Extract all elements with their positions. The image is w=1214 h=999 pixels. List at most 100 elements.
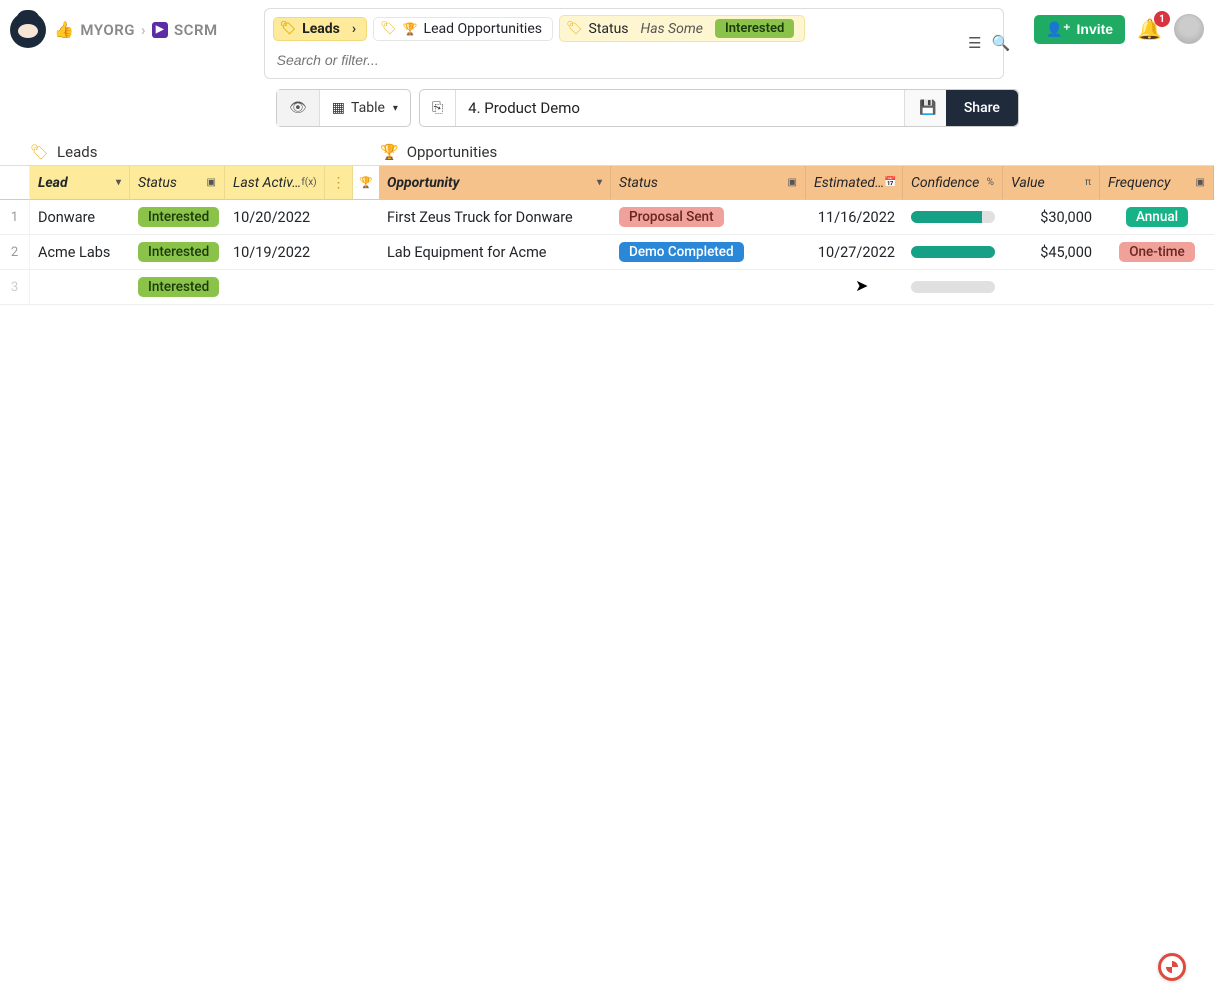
app-logo[interactable] [10, 12, 46, 48]
cell-value[interactable]: $45,000 [1003, 235, 1100, 269]
col-opportunity-label: Opportunity [387, 175, 459, 191]
chip-relation[interactable]: 🏷 🏆 Lead Opportunities [373, 17, 553, 41]
status-pill: Demo Completed [619, 242, 744, 262]
cell-spacer [353, 200, 379, 234]
col-last-activity-label: Last Activ… [233, 175, 301, 191]
filter-field: Status [589, 21, 629, 37]
cell-last-activity[interactable] [225, 270, 325, 304]
cell-lead-status[interactable]: Interested [130, 235, 225, 269]
chip-filter-condition[interactable]: 🏷 Status Has Some Interested [559, 15, 805, 42]
header-row: Lead ▾ Status ▣ Last Activ… f(x) ⋮ 🏆 Opp… [0, 166, 1214, 200]
col-value-label: Value [1011, 175, 1045, 191]
cell-estimated[interactable]: 10/27/2022 [806, 235, 903, 269]
cell-last-activity[interactable]: 10/19/2022 [225, 235, 325, 269]
save-icon: 💾 [919, 100, 936, 116]
view-name[interactable]: 4. Product Demo [456, 90, 904, 126]
cell-opp-status[interactable] [611, 270, 806, 304]
search-input[interactable] [273, 42, 995, 72]
row-number: 3 [0, 270, 30, 304]
table-row[interactable]: 2Acme LabsInterested10/19/2022Lab Equipm… [0, 235, 1214, 270]
col-lead[interactable]: Lead ▾ [30, 166, 130, 200]
notification-badge: 1 [1154, 11, 1170, 27]
chip-root-label: Leads [302, 21, 340, 37]
status-pill: Interested [138, 277, 219, 297]
cell-opp-status[interactable]: Proposal Sent [611, 200, 806, 234]
thumbs-up-icon: 👍 [54, 20, 74, 39]
cell-confidence[interactable] [903, 270, 1003, 304]
plus-icon: ⋮ [332, 175, 346, 191]
col-confidence[interactable]: Confidence % [903, 166, 1003, 200]
status-pill: Proposal Sent [619, 207, 724, 227]
cell-value[interactable] [1003, 270, 1100, 304]
cell-lead-status[interactable]: Interested [130, 200, 225, 234]
enum-icon: ▣ [1196, 177, 1205, 188]
col-lead-status[interactable]: Status ▣ [130, 166, 225, 200]
table-row[interactable]: 1DonwareInterested10/20/2022 First Zeus T… [0, 200, 1214, 235]
breadcrumb-workspace[interactable]: SCRM [174, 21, 218, 39]
view-switch-button[interactable]: ⎘ [420, 90, 456, 126]
percent-icon: % [987, 177, 994, 188]
visibility-button[interactable]: 👁 [277, 90, 320, 126]
calendar-icon: 📅 [884, 177, 896, 188]
search-icon[interactable]: 🔍 [991, 34, 1010, 52]
trophy-icon: 🏆 [380, 143, 399, 161]
cell-lead[interactable]: Acme Labs [30, 235, 130, 269]
chip-root-entity[interactable]: 🏷 Leads › [273, 17, 367, 41]
columns-icon[interactable]: ☰ [968, 34, 981, 52]
folder-icon: 🏷 [280, 21, 297, 36]
cell-frequency[interactable]: Annual [1100, 200, 1214, 234]
col-frequency[interactable]: Frequency ▣ [1100, 166, 1214, 200]
trophy-icon: 🏆 [359, 176, 373, 189]
invite-button[interactable]: 👤⁺ Invite [1034, 15, 1125, 44]
cell-value[interactable]: $30,000 [1003, 200, 1100, 234]
filter-predicate: Has Some [641, 21, 703, 37]
row-number: 1 [0, 200, 30, 234]
col-frequency-label: Frequency [1108, 175, 1170, 191]
add-lead-column-button[interactable]: ⋮ [325, 166, 353, 200]
relation-join-indicator[interactable]: 🏆 [353, 166, 379, 200]
breadcrumb: 👍 MYORG › ▶ SCRM [54, 20, 218, 39]
row-number-header [0, 166, 30, 200]
col-opp-status[interactable]: Status ▣ [611, 166, 806, 200]
user-avatar[interactable] [1174, 14, 1204, 44]
tag-icon: 🏷 [30, 143, 49, 161]
cell-frequency[interactable] [1100, 270, 1214, 304]
col-estimated[interactable]: Estimated… 📅 [806, 166, 903, 200]
cell-lead[interactable] [30, 270, 130, 304]
col-last-activity[interactable]: Last Activ… f(x) [225, 166, 325, 200]
cell-confidence[interactable] [903, 235, 1003, 269]
user-plus-icon: 👤⁺ [1046, 21, 1071, 38]
breadcrumb-org[interactable]: MYORG [80, 21, 135, 39]
cell-spacer [325, 200, 353, 234]
cell-lead-status[interactable]: Interested [130, 270, 225, 304]
col-opportunity[interactable]: Opportunity ▾ [379, 166, 611, 200]
view-mode-selector[interactable]: ▦ Table ▾ [320, 90, 410, 126]
section-leads: 🏷 Leads [30, 143, 380, 161]
cell-opportunity[interactable]: First Zeus Truck for Donware [379, 200, 611, 234]
page-next-icon: ⎘ [432, 100, 443, 116]
eye-icon: 👁 [289, 100, 307, 116]
frequency-pill: Annual [1126, 207, 1188, 227]
enum-icon: ▣ [207, 177, 216, 188]
folder-icon: 🏷 [566, 21, 583, 36]
cell-lead[interactable]: Donware [30, 200, 130, 234]
col-value[interactable]: Value π [1003, 166, 1100, 200]
cell-last-activity[interactable]: 10/20/2022 [225, 200, 325, 234]
filter-value-pill: Interested [715, 19, 794, 38]
invite-label: Invite [1077, 21, 1114, 37]
cell-confidence[interactable] [903, 200, 1003, 234]
data-grid: Lead ▾ Status ▣ Last Activ… f(x) ⋮ 🏆 Opp… [0, 165, 1214, 305]
cell-opp-status[interactable]: Demo Completed [611, 235, 806, 269]
table-icon: ▦ [332, 100, 345, 116]
share-button[interactable]: Share [946, 90, 1018, 126]
save-view-button[interactable]: 💾 [904, 90, 950, 126]
cell-frequency[interactable]: One-time [1100, 235, 1214, 269]
workspace-icon: ▶ [152, 22, 168, 38]
cell-opportunity[interactable] [379, 270, 611, 304]
confidence-bar [911, 281, 995, 293]
help-button[interactable] [1158, 953, 1186, 981]
cell-estimated[interactable]: 11/16/2022 [806, 200, 903, 234]
notifications-button[interactable]: 🔔 1 [1137, 17, 1162, 41]
table-row[interactable]: 3 Interested [0, 270, 1214, 305]
cell-opportunity[interactable]: Lab Equipment for Acme [379, 235, 611, 269]
